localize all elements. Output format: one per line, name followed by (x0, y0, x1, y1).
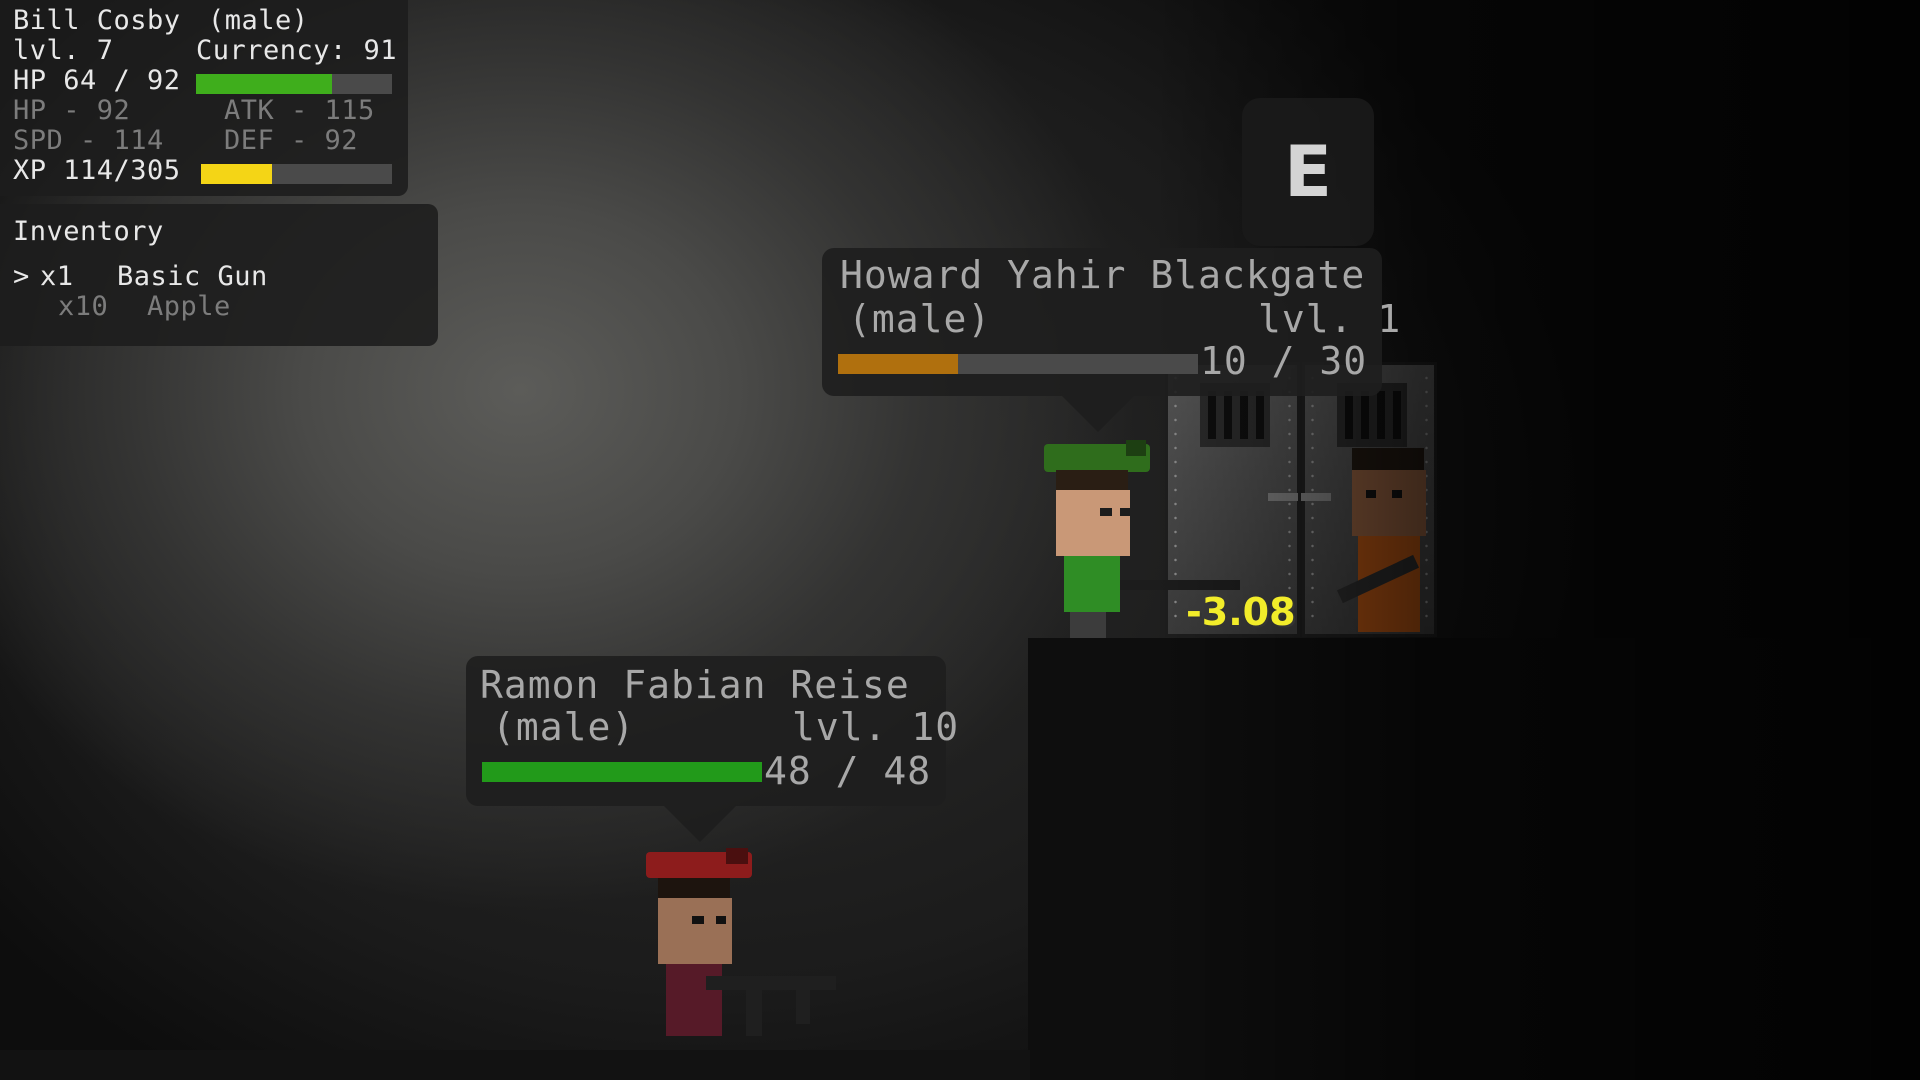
stat-def: DEF - 92 (224, 125, 359, 156)
player-level: lvl. 7 (13, 35, 114, 66)
npc-level: lvl. 10 (792, 705, 960, 749)
inventory-item-name: Basic Gun (117, 261, 268, 292)
inventory-item-qty: x10 (58, 291, 109, 322)
player-hp-bar (196, 74, 392, 94)
inventory-item-name: Apple (147, 291, 231, 322)
npc-name: Ramon Fabian Reise (480, 663, 910, 707)
inventory-item[interactable]: x10 Apple (13, 292, 313, 322)
player-xp-bar (201, 164, 392, 184)
inventory-title: Inventory (13, 216, 164, 247)
stat-hp: HP - 92 (13, 95, 131, 126)
interact-key-prompt: E (1242, 98, 1374, 246)
npc-hp-bar-fill (838, 354, 958, 374)
inventory-item[interactable]: > x1 Basic Gun (13, 262, 313, 292)
npc-gender: (male) (492, 705, 636, 749)
npc-level: lvl. 1 (1258, 297, 1402, 341)
stat-atk: ATK - 115 (224, 95, 375, 126)
inventory-item-qty: x1 (40, 261, 74, 292)
player-xp-text: XP 114/305 (13, 155, 181, 186)
lower-floor (0, 1050, 1030, 1080)
damage-popup: -3.08 (1186, 590, 1296, 634)
npc-hp-bar (838, 354, 1198, 374)
inventory-cursor: > (13, 261, 30, 292)
npc-hp-text: 10 / 30 (1200, 339, 1368, 383)
npc-howard-sprite[interactable] (1040, 440, 1240, 640)
player-xp-bar-fill (201, 164, 273, 184)
stat-spd: SPD - 114 (13, 125, 164, 156)
player-currency: Currency: 91 (196, 35, 398, 66)
player-name: Bill Cosby (13, 5, 181, 36)
raised-floor-ledge (1028, 638, 1920, 1080)
npc-hp-bar (482, 762, 762, 782)
prisoner-sprite (1336, 442, 1446, 637)
npc-hp-text: 48 / 48 (764, 749, 932, 793)
npc-hp-bar-fill (482, 762, 762, 782)
player-hp-bar-fill (196, 74, 333, 94)
player-gender: (male) (208, 5, 309, 36)
player-hp-text: HP 64 / 92 (13, 65, 181, 96)
npc-gender: (male) (848, 297, 992, 341)
npc-ramon-sprite[interactable] (646, 848, 846, 1048)
npc-name: Howard Yahir Blackgate (840, 253, 1366, 297)
interact-key-label: E (1284, 131, 1332, 213)
